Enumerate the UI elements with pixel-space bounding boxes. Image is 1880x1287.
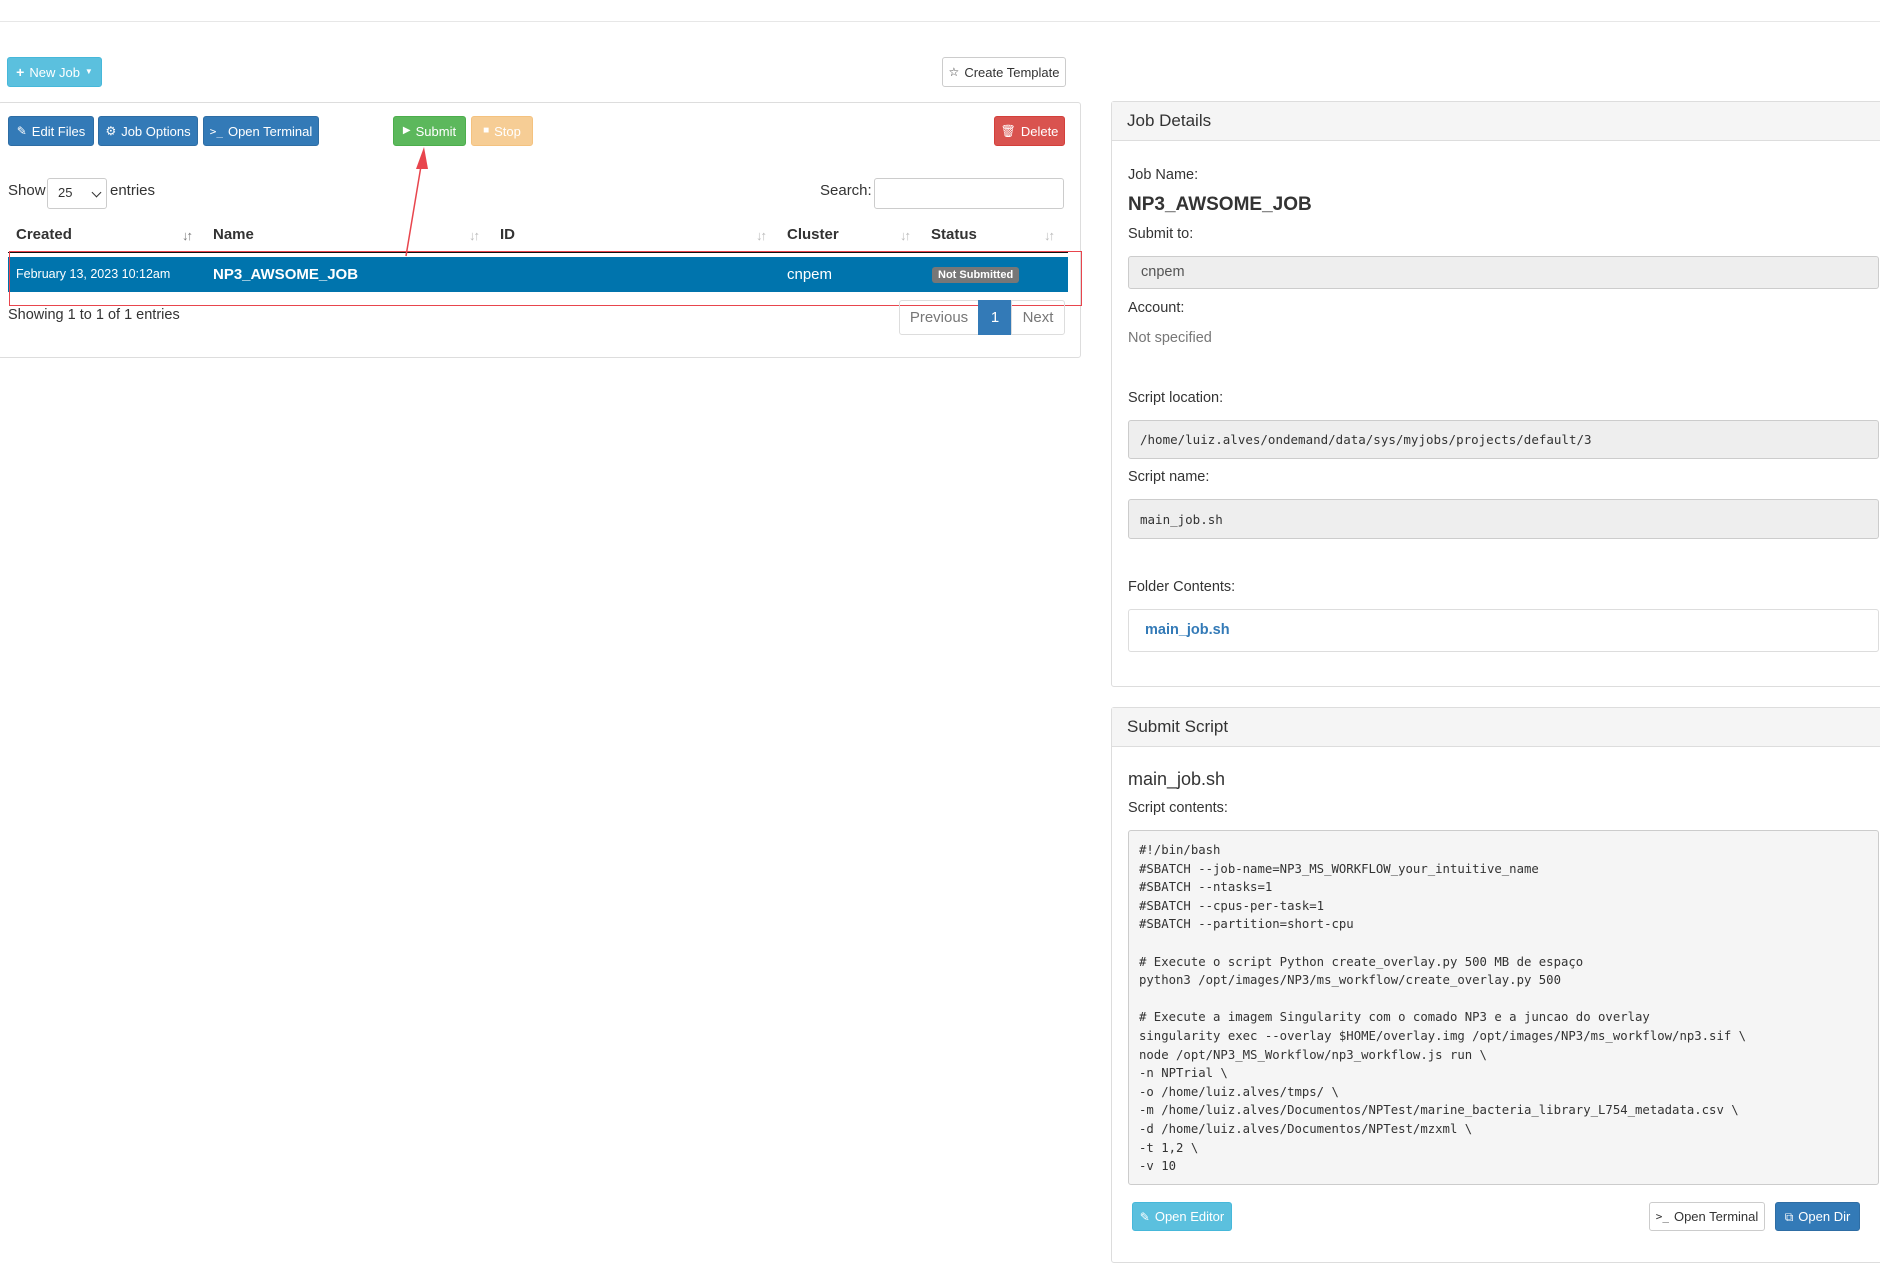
job-details-heading: Job Details [1112, 102, 1880, 141]
folder-contents-list: main_job.sh [1128, 609, 1879, 652]
folder-contents-label: Folder Contents: [1128, 579, 1236, 595]
script-name-field: main_job.sh [1128, 499, 1879, 539]
script-location-field: /home/luiz.alves/ondemand/data/sys/myjob… [1128, 420, 1879, 459]
annotation-arrow-head [416, 147, 428, 169]
submit-to-label: Submit to: [1128, 226, 1194, 242]
submit-to-field: cnpem [1128, 256, 1879, 289]
script-location-label: Script location: [1128, 390, 1224, 406]
account-label: Account: [1128, 300, 1185, 316]
open-terminal-script-button[interactable]: >_ Open Terminal [1649, 1202, 1765, 1231]
open-editor-button[interactable]: ✎ Open Editor [1132, 1202, 1232, 1231]
script-name-label: Script name: [1128, 469, 1210, 485]
external-link-icon: ⧉ [1784, 1209, 1794, 1224]
submit-to-value: cnpem [1141, 264, 1185, 280]
job-name-value: NP3_AWSOME_JOB [1128, 194, 1312, 215]
folder-file-link[interactable]: main_job.sh [1145, 622, 1230, 638]
open-dir-label: Open Dir [1798, 1209, 1851, 1224]
pagination-previous[interactable]: Previous [899, 300, 979, 335]
script-file-name: main_job.sh [1128, 769, 1226, 789]
job-details-panel: Job Details Job Name: NP3_AWSOME_JOB Sub… [1111, 101, 1880, 687]
submit-script-heading: Submit Script [1112, 708, 1880, 747]
script-location-value: /home/luiz.alves/ondemand/data/sys/myjob… [1140, 432, 1592, 447]
table-info: Showing 1 to 1 of 1 entries [8, 307, 180, 323]
open-terminal-script-label: Open Terminal [1673, 1209, 1759, 1224]
submit-script-panel: Submit Script main_job.sh Script content… [1111, 707, 1880, 1263]
script-contents-code: #!/bin/bash #SBATCH --job-name=NP3_MS_WO… [1128, 830, 1879, 1185]
pagination-page-1[interactable]: 1 [978, 300, 1012, 335]
account-value: Not specified [1128, 330, 1212, 346]
pagination-next[interactable]: Next [1011, 300, 1065, 335]
script-name-value: main_job.sh [1140, 512, 1223, 527]
terminal-icon: >_ [1655, 1210, 1669, 1223]
pencil-icon: ✎ [1139, 1209, 1150, 1224]
open-dir-button[interactable]: ⧉ Open Dir [1775, 1202, 1860, 1231]
job-name-label: Job Name: [1128, 167, 1199, 183]
open-editor-label: Open Editor [1154, 1209, 1225, 1224]
script-contents-label: Script contents: [1128, 800, 1228, 816]
annotation-arrow-line [405, 159, 423, 257]
